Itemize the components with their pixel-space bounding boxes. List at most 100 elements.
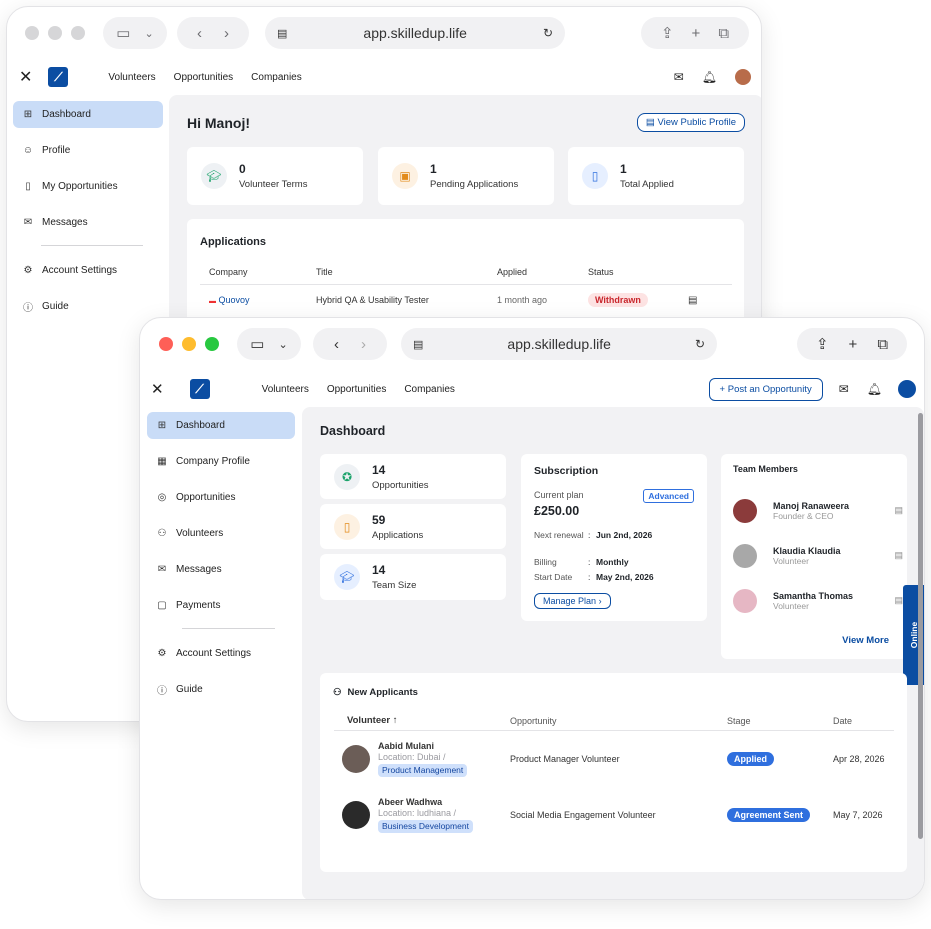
detail-icon[interactable]: ▤ xyxy=(894,595,903,606)
tabs-icon[interactable]: ⧉ xyxy=(877,336,888,353)
sidebar-item-company-profile[interactable]: ▦ Company Profile xyxy=(147,448,295,475)
bell-icon[interactable]: 🔔︎ xyxy=(867,382,882,396)
sidebar-item-guide[interactable]: ⓘ Guide xyxy=(13,293,163,320)
stat-card-team-size: 🎓︎ 14 Team Size xyxy=(320,554,506,600)
stat-label: Pending Applications xyxy=(430,179,519,190)
member-name: Samantha Thomas xyxy=(773,590,854,601)
stat-value: 1 xyxy=(620,162,627,176)
minimize-light[interactable] xyxy=(48,26,62,40)
detail-value: Monthly xyxy=(596,557,629,567)
team-members-card: Team Members Manoj Ranaweera Founder & CE… xyxy=(721,454,907,659)
header-volunteer[interactable]: Volunteer ↑ xyxy=(334,715,510,726)
people-icon: ⚇ xyxy=(333,687,342,698)
close-light[interactable] xyxy=(159,337,173,351)
table-row[interactable]: Aabid Mulani Location: Dubai / Product M… xyxy=(334,731,894,787)
brand-logo[interactable]: ⟋ xyxy=(48,67,69,87)
table-row[interactable]: ▬ Quovoy Hybrid QA & Usability Tester 1 … xyxy=(200,285,732,315)
detail-label: Next renewal xyxy=(534,530,584,540)
sidebar-item-account-settings[interactable]: ⚙ Account Settings xyxy=(13,257,163,284)
sidebar-item-messages[interactable]: ✉ Messages xyxy=(147,556,295,583)
stat-label: Opportunities xyxy=(372,479,429,491)
forward-arrow-icon[interactable]: › xyxy=(361,336,366,353)
view-more-link[interactable]: View More xyxy=(842,635,889,646)
zoom-light[interactable] xyxy=(71,26,85,40)
url-text: app.skilledup.life xyxy=(363,25,467,41)
close-light[interactable] xyxy=(25,26,39,40)
sidebar-icon: ▭ xyxy=(250,336,265,353)
manage-plan-label: Manage Plan xyxy=(543,596,597,606)
reload-icon[interactable]: ↻ xyxy=(695,337,705,351)
nav-companies[interactable]: Companies xyxy=(404,384,455,395)
detail-icon[interactable]: ▤ xyxy=(894,550,903,561)
header-stage: Stage xyxy=(727,715,751,726)
sidebar-item-payments[interactable]: ▢ Payments xyxy=(147,592,295,619)
brand-logo[interactable]: ⟋ xyxy=(189,379,210,399)
detail-icon[interactable]: ▤ xyxy=(688,295,697,306)
header-company: Company xyxy=(209,267,248,277)
stat-label: Total Applied xyxy=(620,179,674,190)
close-icon[interactable]: ✕ xyxy=(19,67,32,87)
team-member[interactable]: Klaudia Klaudia Volunteer ▤ xyxy=(733,533,903,578)
plan-price: £250.00 xyxy=(534,504,580,518)
bell-icon[interactable]: 🔔︎ xyxy=(702,70,717,84)
address-bar[interactable]: ▤ app.skilledup.life ↻ xyxy=(401,328,717,360)
close-icon[interactable]: ✕ xyxy=(151,380,164,398)
nav-volunteers[interactable]: Volunteers xyxy=(262,384,309,395)
forward-arrow-icon[interactable]: › xyxy=(224,25,229,42)
sidebar-item-dashboard[interactable]: ⊞ Dashboard xyxy=(13,101,163,128)
clipboard-icon: ▯ xyxy=(25,181,31,192)
manage-plan-button[interactable]: Manage Plan › xyxy=(534,593,611,609)
detail-icon[interactable]: ▤ xyxy=(894,505,903,516)
sidebar-toggle[interactable]: ▭ ⌄ xyxy=(237,328,301,360)
nav-volunteers[interactable]: Volunteers xyxy=(108,72,155,83)
subscription-title: Subscription xyxy=(534,465,599,477)
sidebar-item-volunteers[interactable]: ⚇ Volunteers xyxy=(147,520,295,547)
plus-icon[interactable]: + xyxy=(692,25,701,42)
sidebar-item-account-settings[interactable]: ⚙ Account Settings xyxy=(147,640,295,667)
applicant-location: Location: ludhiana / xyxy=(378,808,457,819)
sidebar-item-guide[interactable]: ⓘ Guide xyxy=(147,676,295,703)
address-bar[interactable]: ▤ app.skilledup.life ↻ xyxy=(265,17,565,49)
scrollbar[interactable] xyxy=(918,413,923,839)
app-header: ✕ ⟋ Volunteers Opportunities Companies +… xyxy=(140,377,924,401)
stat-value: 14 xyxy=(372,462,386,477)
volunteer-cell: Abeer Wadhwa Location: ludhiana / Busine… xyxy=(334,797,510,834)
sidebar-item-opportunities[interactable]: ◎ Opportunities xyxy=(147,484,295,511)
tabs-icon[interactable]: ⧉ xyxy=(718,25,729,42)
user-avatar[interactable] xyxy=(735,69,751,85)
header-label: Volunteer xyxy=(347,715,391,726)
sidebar-item-my-opportunities[interactable]: ▯ My Opportunities xyxy=(13,173,163,200)
zoom-light[interactable] xyxy=(205,337,219,351)
back-arrow-icon[interactable]: ‹ xyxy=(334,336,339,353)
minimize-light[interactable] xyxy=(182,337,196,351)
user-icon: ☺ xyxy=(22,145,34,156)
plus-icon[interactable]: + xyxy=(849,336,858,353)
post-opportunity-button[interactable]: + Post an Opportunity xyxy=(708,377,823,401)
view-public-profile-button[interactable]: ▤ View Public Profile xyxy=(636,113,745,132)
team-member[interactable]: Manoj Ranaweera Founder & CEO ▤ xyxy=(733,488,903,533)
mail-icon[interactable]: ✉ xyxy=(674,70,684,84)
table-row[interactable]: Abeer Wadhwa Location: ludhiana / Busine… xyxy=(334,787,894,843)
back-arrow-icon[interactable]: ‹ xyxy=(197,25,202,42)
sidebar-toggle[interactable]: ▭ ⌄ xyxy=(103,17,167,49)
company-logo-icon: ▬ xyxy=(209,298,216,305)
company-avatar[interactable] xyxy=(898,380,916,398)
browser-actions: ⇪ + ⧉ xyxy=(641,17,749,49)
mail-icon[interactable]: ✉ xyxy=(839,382,849,396)
applicant-tag: Business Development xyxy=(378,820,473,834)
nav-opportunities[interactable]: Opportunities xyxy=(327,384,386,395)
sidebar-item-profile[interactable]: ☺ Profile xyxy=(13,137,163,164)
nav-opportunities[interactable]: Opportunities xyxy=(174,72,233,83)
nav-buttons: ‹ › xyxy=(313,328,387,360)
team-member[interactable]: Samantha Thomas Volunteer ▤ xyxy=(733,578,903,623)
greeting: Hi Manoj! xyxy=(187,115,250,131)
share-icon[interactable]: ⇪ xyxy=(661,24,674,42)
stat-card-pending-applications: ▣ 1 Pending Applications xyxy=(378,147,554,205)
reload-icon[interactable]: ↻ xyxy=(543,26,553,40)
member-role: Founder & CEO xyxy=(773,510,834,521)
sidebar-item-dashboard[interactable]: ⊞ Dashboard xyxy=(147,412,295,439)
company-cell[interactable]: ▬ Quovoy xyxy=(200,295,316,305)
sidebar-item-messages[interactable]: ✉ Messages xyxy=(13,209,163,236)
nav-companies[interactable]: Companies xyxy=(251,72,302,83)
share-icon[interactable]: ⇪ xyxy=(816,335,829,353)
